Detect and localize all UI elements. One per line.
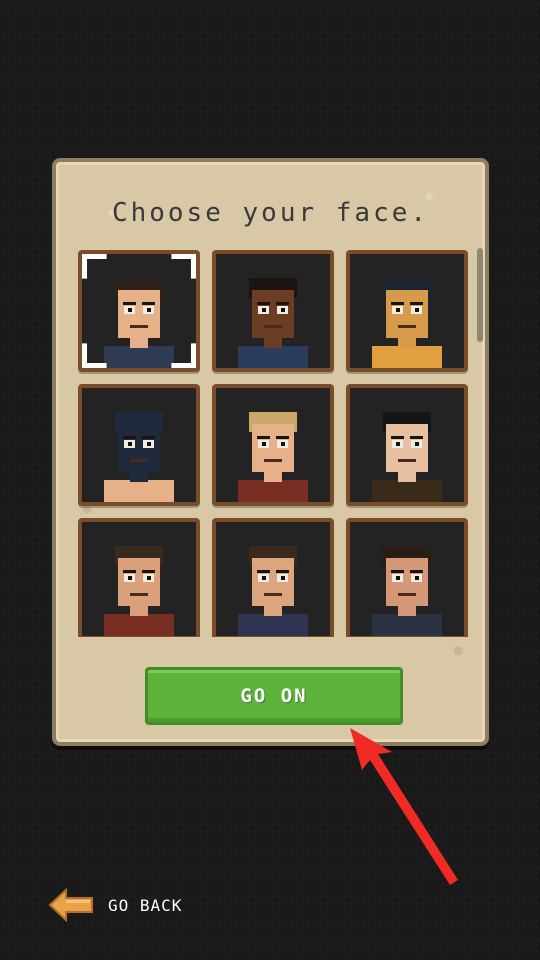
face-goatee-part-8 [128,576,132,580]
face-braids-part-11 [276,302,289,305]
selection-bracket-path [82,254,196,368]
face-bald-blonde-part-10 [257,436,270,439]
face-grid [73,247,477,637]
face-hooded-mask-part-12 [398,325,416,328]
face-stubble-part-10 [391,570,404,573]
selection-bracket-icon [82,254,196,368]
face-stubble-part-9 [415,576,419,580]
face-stubble-portrait [350,522,464,636]
face-goatee-part-10 [123,570,136,573]
face-bald-blonde-part-8 [262,442,266,446]
face-tile-face-bald-blonde[interactable] [212,384,334,506]
go-on-button[interactable]: GO ON [145,667,403,725]
face-goatee-part-12 [130,593,148,596]
face-tile-face-braids[interactable] [212,250,334,372]
face-long-hair-part-12 [398,459,416,462]
face-balaclava-part-12 [130,459,148,462]
back-control[interactable]: GO BACK [48,888,182,922]
face-goatee-portrait [82,522,196,636]
face-bald-blonde-portrait [216,388,330,502]
face-stubble-part-5 [384,548,430,558]
annotation-arrow-icon [350,728,458,885]
face-balaclava-part-9 [147,442,151,446]
face-braids-part-5 [250,280,296,290]
face-bald-blonde-part-5 [250,414,296,424]
face-tattooed-part-10 [257,570,270,573]
face-stubble-part-1 [372,614,442,636]
face-long-hair-part-5 [384,414,430,424]
back-label[interactable]: GO BACK [108,896,182,915]
face-long-hair-part-1 [372,480,442,502]
face-tattooed-part-1 [238,614,308,636]
face-braids-part-1 [238,346,308,368]
face-tile-face-goatee[interactable] [78,518,200,637]
face-balaclava-part-8 [128,442,132,446]
face-hooded-mask-part-10 [391,302,404,305]
face-balaclava-part-11 [142,436,155,439]
face-long-hair-part-9 [415,442,419,446]
face-tattooed-portrait [216,522,330,636]
face-balaclava-part-5 [116,414,162,424]
face-tile-face-stubble[interactable] [346,518,468,637]
face-stubble-part-11 [410,570,423,573]
face-goatee-part-9 [147,576,151,580]
face-hooded-mask-part-8 [396,308,400,312]
face-tattooed-part-8 [262,576,266,580]
face-long-hair-part-11 [410,436,423,439]
face-bald-blonde-part-9 [281,442,285,446]
grid-scrollbar[interactable] [477,248,483,342]
face-braids-portrait [216,254,330,368]
face-braids-part-10 [257,302,270,305]
face-long-hair-part-8 [396,442,400,446]
face-bald-blonde-part-11 [276,436,289,439]
face-bald-blonde-part-12 [264,459,282,462]
face-goatee-part-5 [116,548,162,558]
face-balaclava-portrait [82,388,196,502]
face-balaclava-part-1 [104,480,174,502]
face-tile-face-tattooed[interactable] [212,518,334,637]
face-tattooed-part-11 [276,570,289,573]
face-tile-face-hooded-mask[interactable] [346,250,468,372]
face-tile-face-balaclava[interactable] [78,384,200,506]
back-arrow-icon[interactable] [48,888,94,922]
face-hooded-mask-portrait [350,254,464,368]
face-selection-panel: Choose your face. GO ON [52,158,489,746]
face-goatee-part-11 [142,570,155,573]
panel-title: Choose your face. [111,198,430,228]
face-stubble-part-12 [398,593,416,596]
face-stubble-part-8 [396,576,400,580]
face-hooded-mask-part-1 [372,346,442,368]
face-tattooed-part-9 [281,576,285,580]
face-tattooed-part-12 [264,593,282,596]
face-tattooed-part-5 [250,548,296,558]
face-hooded-mask-part-11 [410,302,423,305]
face-long-hair-part-10 [391,436,404,439]
face-tile-face-mustache[interactable] [78,250,200,372]
face-bald-blonde-part-1 [238,480,308,502]
face-hooded-mask-part-5 [384,280,430,290]
face-braids-part-12 [264,325,282,328]
face-tile-face-long-hair[interactable] [346,384,468,506]
face-braids-part-8 [262,308,266,312]
face-long-hair-portrait [350,388,464,502]
face-balaclava-part-10 [123,436,136,439]
face-braids-part-9 [281,308,285,312]
face-hooded-mask-part-9 [415,308,419,312]
face-goatee-part-1 [104,614,174,636]
